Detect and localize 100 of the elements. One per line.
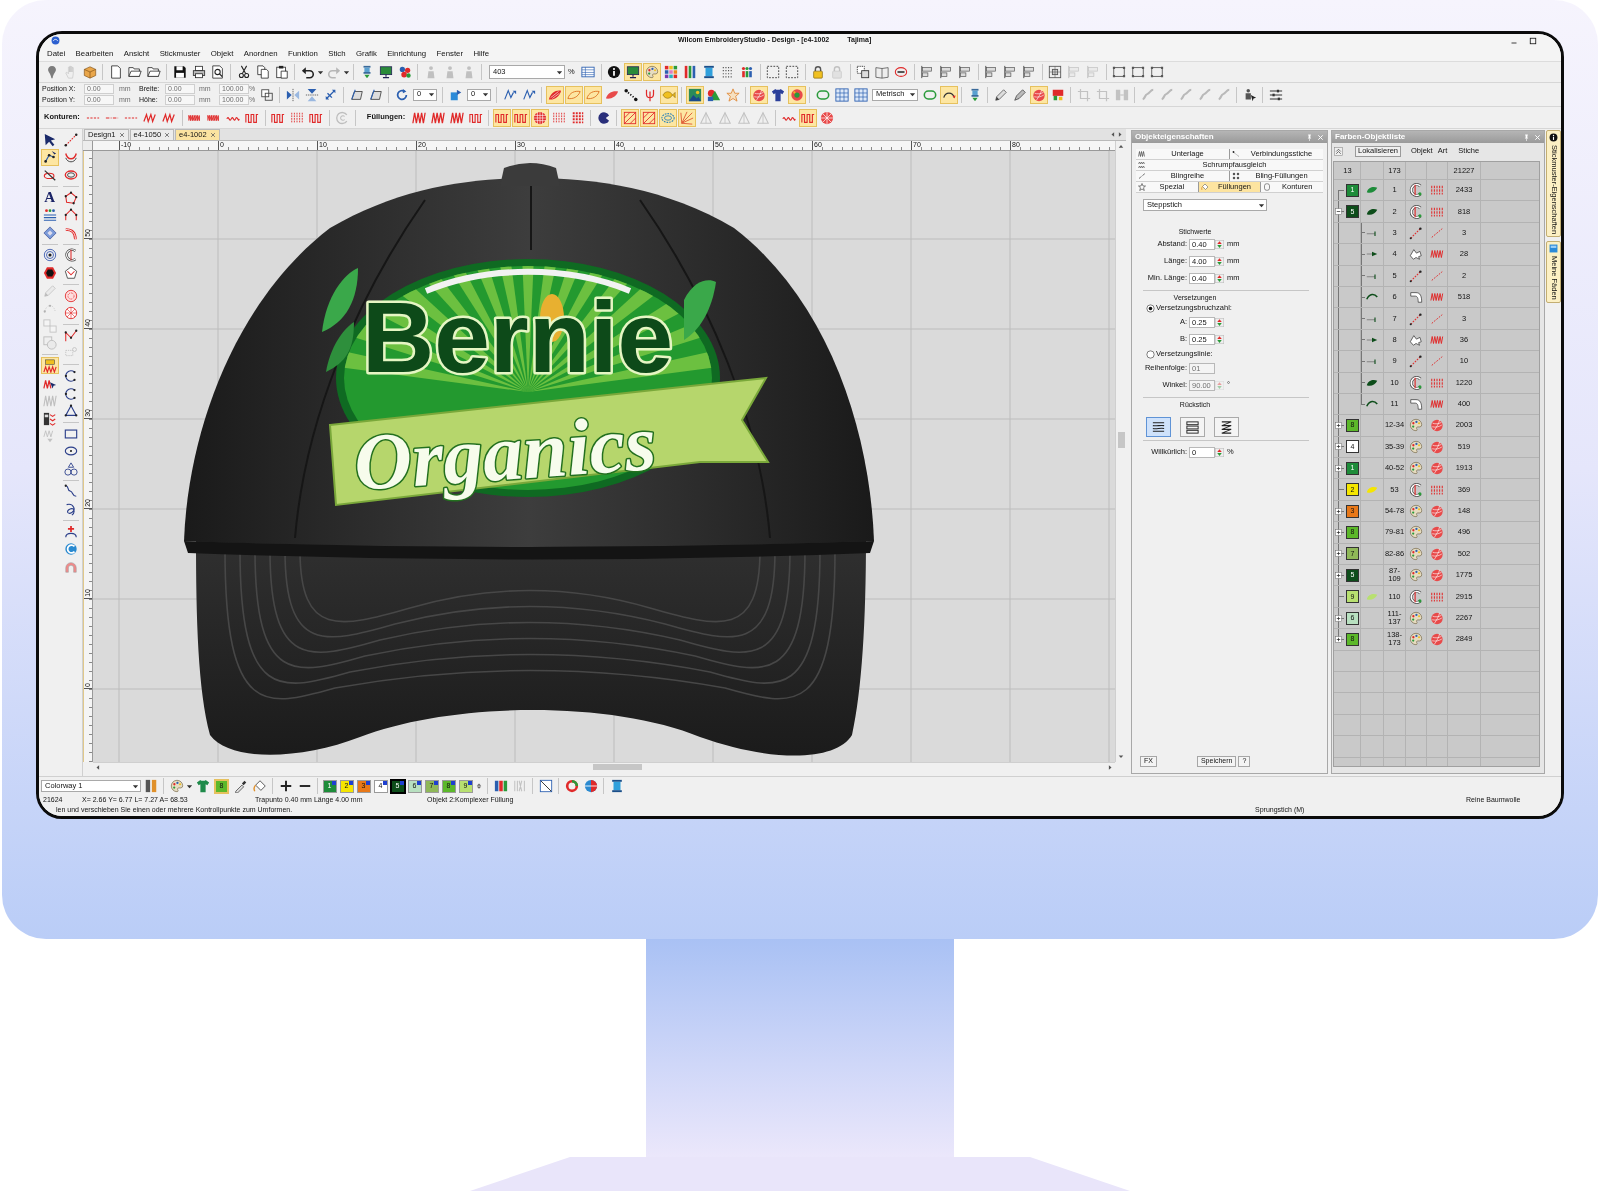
run-line-icon [1409,311,1423,326]
caret-icon[interactable] [428,91,435,98]
star-icon[interactable] [723,85,742,104]
landscape-icon[interactable] [685,85,704,104]
spinner-icon[interactable] [1215,447,1224,459]
caret-icon[interactable] [317,68,324,76]
arrow-right-icon[interactable] [1107,763,1113,771]
shapes-outline-icon[interactable] [62,460,81,478]
zigzag-rows-icon [1138,161,1146,169]
connector-dots-icon [1232,150,1240,158]
caret-icon[interactable] [132,782,139,790]
ring-pattern-icon[interactable] [658,108,677,127]
wave-lines-icon[interactable] [1146,417,1171,438]
palette-icon [1409,611,1423,625]
reshape-icon[interactable] [40,148,59,166]
c-shape-icon [1409,375,1423,390]
caret-icon[interactable] [343,68,350,76]
pin-icon[interactable] [1306,133,1313,141]
spinner-icon[interactable] [1215,256,1224,268]
palette-icon [1409,439,1423,454]
radio-button[interactable] [1146,349,1155,359]
spinner-icon[interactable] [1215,317,1224,329]
caret-icon[interactable] [482,91,489,98]
pin-icon[interactable] [1523,133,1530,141]
arc-icon[interactable] [939,85,958,104]
scrollbar-thumb[interactable] [593,764,642,770]
dashed-line-icon [1430,354,1444,369]
palette-icon [1409,632,1423,647]
plus-box-icon[interactable] [1335,507,1342,515]
leaf-outline-icon[interactable] [564,85,583,104]
meander-icon[interactable] [798,108,817,127]
caret-icon[interactable] [556,68,563,76]
arrow-down-icon[interactable] [1118,753,1124,760]
curved-band-icon [1409,397,1423,412]
yarn-ball-icon [1430,611,1444,625]
text-tool-button[interactable]: A [40,189,59,207]
stitch-zigzag-icon [1138,150,1146,158]
spinner-icon[interactable] [1215,273,1224,285]
yarn-ball-icon [1430,504,1444,519]
palette-icon [1409,525,1423,540]
window-box-icon [1549,244,1558,254]
yarn-ball-icon [1430,461,1444,476]
plus-box-icon[interactable] [1335,528,1342,536]
curved-band-icon [1409,290,1423,305]
c-shape-icon [1409,482,1423,497]
close-icon[interactable] [209,132,216,138]
dot-circle-icon[interactable] [787,85,806,104]
caret-icon[interactable] [186,782,193,790]
yarn-ball-icon [1430,546,1444,561]
close-icon[interactable] [164,132,171,138]
diamond-icon[interactable] [40,224,59,242]
yarn-ball-icon [1430,632,1444,647]
arrow-right-icon[interactable] [1117,131,1123,138]
app-icon[interactable] [51,36,60,45]
outline-shape-icon [1409,332,1423,347]
embroidered-text: Bernie [362,281,674,393]
spinner-icon[interactable] [1215,334,1224,346]
run-line-icon [1409,268,1423,283]
meander-icon[interactable] [492,108,511,127]
hatch-icon[interactable] [620,108,639,127]
radio-button[interactable] [1146,303,1155,313]
c-shape-icon [1409,204,1423,219]
arrow-left-icon[interactable] [1110,131,1116,138]
plus-box-icon[interactable] [1335,571,1342,579]
plus-box-icon[interactable] [1335,635,1342,643]
caret-icon[interactable] [909,91,916,98]
c-shape-icon [1409,183,1423,198]
stitch-edit-icon[interactable] [40,357,59,375]
panel-title: Objekteigenschaften [1135,132,1214,142]
stacked-lines-icon[interactable] [1180,417,1205,438]
capsule-outline-icon [1263,183,1272,191]
meander-icon[interactable] [511,108,530,127]
plus-box-icon[interactable] [1335,422,1342,429]
palette-icon [1409,546,1423,561]
hatch-icon[interactable] [639,108,658,127]
maximize-icon[interactable] [1529,36,1537,45]
monitor-icon[interactable] [624,63,643,81]
plus-box-icon[interactable] [1335,443,1342,451]
plus-box-icon[interactable] [1335,550,1342,558]
grid-pattern-icon[interactable] [530,108,549,127]
yarn-ball-icon [1430,439,1444,454]
double-caret-icon[interactable] [1334,147,1343,156]
arrow-left-icon[interactable] [95,763,101,771]
scrollbar-thumb[interactable] [1117,432,1125,448]
yarn-ball-icon [1430,525,1444,540]
outline-shape-icon [1409,247,1423,262]
spinner-icon[interactable] [1215,239,1224,251]
plus-box-icon[interactable] [1335,464,1342,472]
minus-box-icon[interactable] [1335,208,1342,216]
hatched-leaf-icon[interactable] [545,85,564,104]
palette-icon [1409,418,1423,433]
info-icon [1549,133,1558,142]
arrow-up-icon[interactable] [1118,143,1124,150]
palette-icon [1409,568,1423,583]
zigzag-lines-icon[interactable] [1214,417,1239,438]
caret-icon[interactable] [1258,201,1265,209]
paint-bucket-icon [1200,183,1209,191]
close-icon[interactable] [118,132,125,138]
plus-box-icon[interactable] [1335,614,1342,622]
run-line-icon [1409,354,1423,369]
